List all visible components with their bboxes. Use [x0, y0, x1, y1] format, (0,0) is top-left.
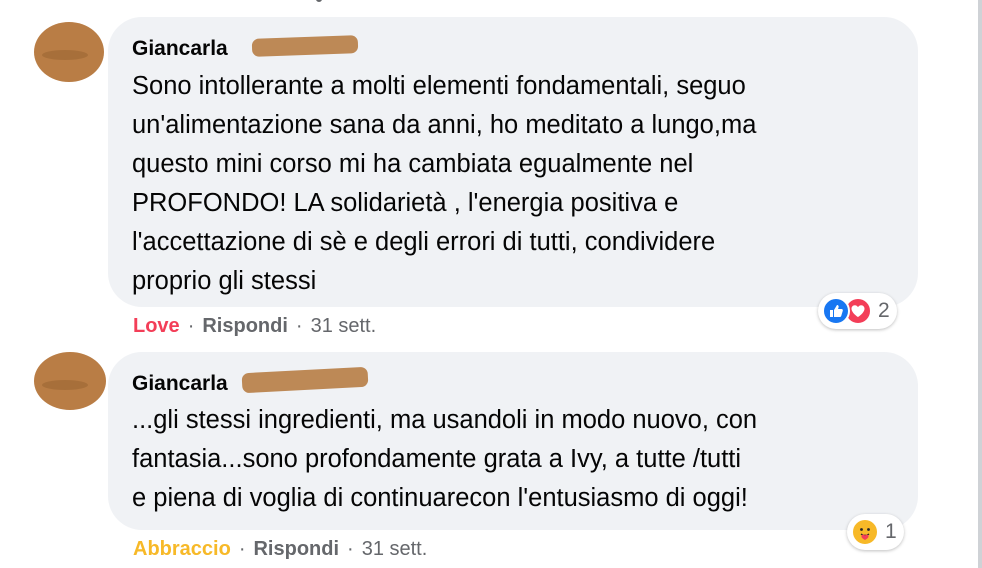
comment-text: ...gli stessi ingredienti, ma usandoli i… — [132, 401, 757, 518]
comment-line: Sono intollerante a molti elementi fonda… — [132, 72, 746, 100]
timestamp-link[interactable]: 31 sett. — [311, 315, 377, 338]
separator-dot: · — [187, 315, 195, 337]
reply-button[interactable]: Rispondi — [202, 315, 288, 338]
comment-actions: Abbraccio · Rispondi · 31 sett. — [133, 538, 427, 561]
reaction-summary[interactable]: 1 — [847, 514, 904, 550]
hug-reaction-button[interactable]: Abbraccio — [133, 538, 231, 561]
reaction-count: 2 — [878, 299, 890, 322]
comment-line: e piena di voglia di continuarecon l'ent… — [132, 484, 748, 512]
redacted-surname — [251, 35, 359, 57]
comment-line: questo mini corso mi ha cambiata egualme… — [132, 150, 694, 178]
love-reaction-button[interactable]: Love — [133, 315, 180, 338]
scroll-edge — [978, 0, 982, 568]
comment-line: fantasia...sono profondamente grata a Iv… — [132, 445, 742, 473]
comment-author[interactable]: Giancarla — [132, 37, 228, 61]
avatar[interactable] — [34, 22, 104, 82]
like-icon — [822, 297, 850, 325]
comment-line: PROFONDO! LA solidarietà , l'energia pos… — [132, 189, 679, 217]
comment-line: l'accettazione di sè e degli errori di t… — [132, 228, 716, 256]
reaction-count: 1 — [885, 520, 897, 543]
separator-dot: · — [238, 538, 246, 560]
reply-button[interactable]: Rispondi — [253, 538, 339, 561]
timestamp-link[interactable]: 31 sett. — [362, 538, 428, 561]
comment-text: Sono intollerante a molti elementi fonda… — [132, 67, 756, 301]
comment-line: un'alimentazione sana da anni, ho medita… — [132, 111, 757, 139]
separator-dot — [316, 0, 322, 2]
care-hug-icon — [851, 518, 879, 546]
separator-dot: · — [347, 538, 354, 560]
comment-author[interactable]: Giancarla — [132, 372, 228, 396]
avatar[interactable] — [34, 352, 106, 410]
reaction-summary[interactable]: 2 — [818, 293, 897, 329]
comment-line: ...gli stessi ingredienti, ma usandoli i… — [132, 406, 758, 434]
comment-actions: Love · Rispondi · 31 sett. — [133, 315, 376, 338]
separator-dot: · — [295, 315, 303, 337]
comment-line: proprio gli stessi — [132, 267, 317, 295]
